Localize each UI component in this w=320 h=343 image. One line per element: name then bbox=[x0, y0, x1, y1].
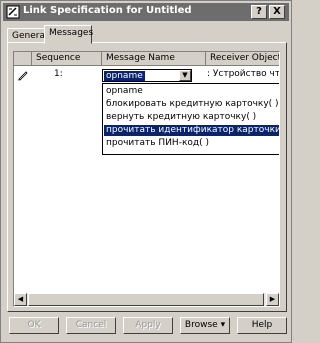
dropdown-item-selected[interactable]: прочитать идентификатор карточки( ) bbox=[104, 125, 279, 136]
dropdown-item[interactable]: прочитать ПИН-код( ) bbox=[104, 138, 279, 149]
horizontal-scrollbar[interactable]: ◀ ▶ bbox=[14, 293, 279, 306]
scroll-right-icon[interactable]: ▶ bbox=[266, 293, 279, 306]
scroll-left-icon[interactable]: ◀ bbox=[14, 293, 27, 306]
browse-label: Browse bbox=[184, 320, 218, 330]
window-title: Link Specification for Untitled bbox=[23, 5, 192, 16]
tab-messages[interactable]: Messages bbox=[44, 25, 93, 44]
column-header-receiver-object[interactable]: Receiver Object bbox=[206, 52, 279, 66]
browse-arrow-icon: ▾ bbox=[220, 320, 226, 330]
cancel-button[interactable]: Cancel bbox=[66, 317, 116, 334]
help-button[interactable]: Help bbox=[237, 317, 287, 334]
sequence-cell: 1: bbox=[54, 69, 63, 79]
dropdown-item[interactable]: вернуть кредитную карточку( ) bbox=[104, 112, 279, 123]
message-name-value[interactable]: opname bbox=[104, 71, 145, 81]
message-name-dropdown-list: opname блокировать кредитную карточку( )… bbox=[102, 83, 279, 155]
apply-button[interactable]: Apply bbox=[123, 317, 173, 334]
link-specification-icon bbox=[6, 5, 20, 19]
scrollbar-thumb[interactable] bbox=[28, 293, 264, 306]
dropdown-item[interactable]: блокировать кредитную карточку( ) bbox=[104, 99, 279, 110]
ok-button[interactable]: OK bbox=[9, 317, 59, 334]
dropdown-item[interactable]: opname bbox=[104, 86, 279, 97]
tab-general[interactable]: General bbox=[7, 28, 47, 43]
message-name-combobox[interactable]: opname ▼ bbox=[102, 69, 192, 82]
chevron-down-icon[interactable]: ▼ bbox=[179, 70, 191, 81]
messages-grid: Sequence Message Name Receiver Object 1:… bbox=[13, 51, 280, 307]
browse-button[interactable]: Browse ▾ bbox=[180, 317, 230, 334]
close-title-button[interactable]: X bbox=[269, 5, 285, 19]
edit-pencil-icon bbox=[17, 69, 29, 84]
receiver-cell: : Устройство чте bbox=[207, 69, 280, 79]
help-title-button[interactable]: ? bbox=[251, 5, 267, 19]
title-bar[interactable]: Link Specification for Untitled ? X bbox=[3, 3, 289, 21]
column-header-message-name[interactable]: Message Name bbox=[102, 52, 206, 66]
dialog-window: Link Specification for Untitled ? X Gene… bbox=[0, 0, 292, 343]
column-header-sequence[interactable]: Sequence bbox=[32, 52, 102, 66]
row-header-corner bbox=[14, 52, 32, 66]
